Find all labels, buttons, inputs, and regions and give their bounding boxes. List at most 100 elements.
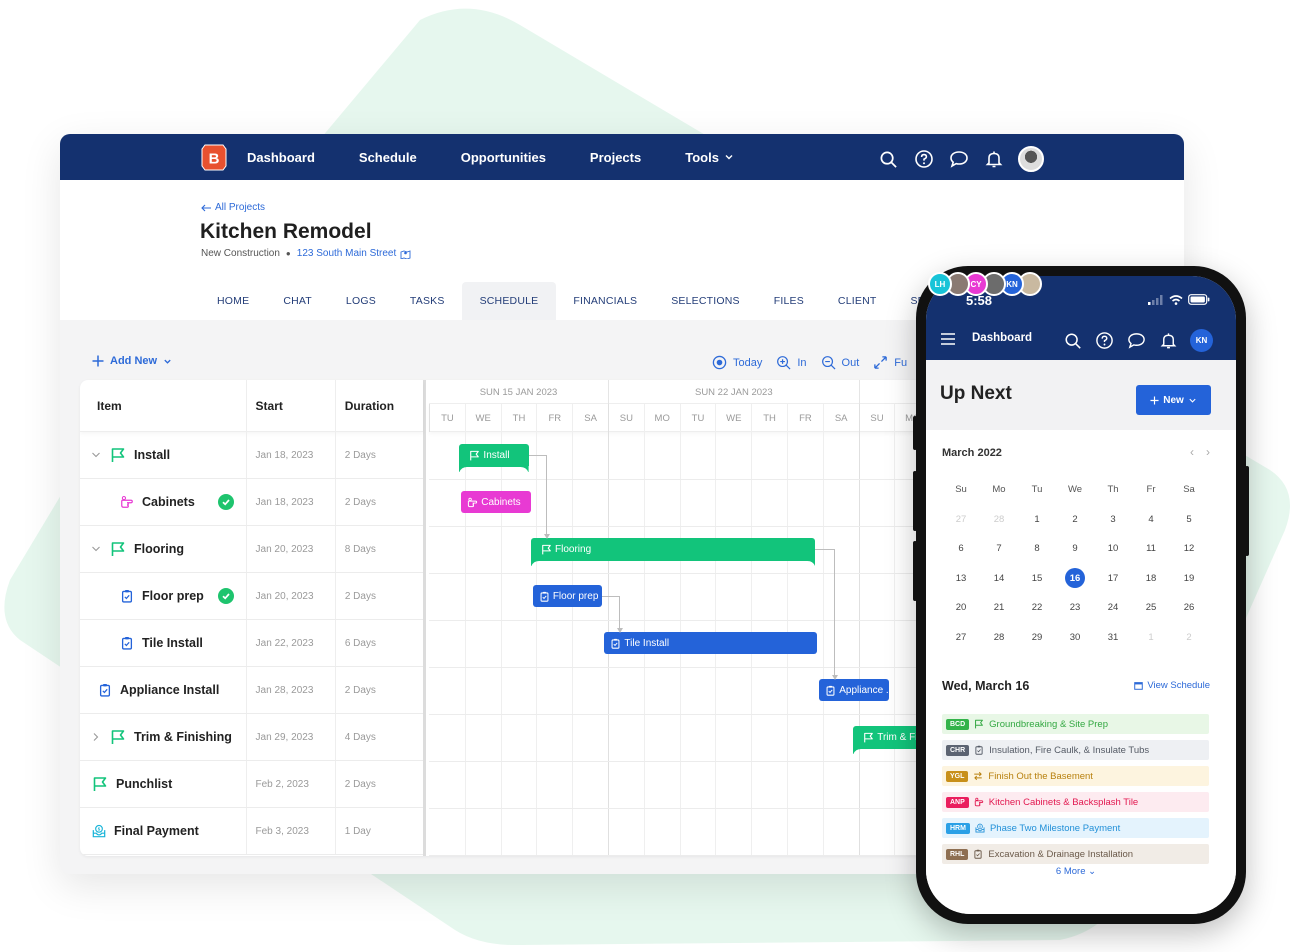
calendar-day[interactable]: 19 xyxy=(1170,564,1208,594)
calendar-day-selected[interactable]: 16 xyxy=(1056,564,1094,594)
calendar-day[interactable]: 12 xyxy=(1170,534,1208,564)
all-projects-link[interactable]: All Projects xyxy=(201,202,265,213)
calendar-day[interactable]: 27 xyxy=(942,505,980,535)
calendar-day[interactable]: 14 xyxy=(980,564,1018,594)
search-icon[interactable] xyxy=(1062,330,1083,351)
schedule-event-item[interactable]: HRM $ Phase Two Milestone Payment xyxy=(942,818,1209,838)
help-icon[interactable] xyxy=(913,149,934,170)
schedule-event-item[interactable]: ANP Kitchen Cabinets & Backsplash Tile xyxy=(942,792,1209,812)
calendar-day[interactable]: 27 xyxy=(942,623,980,653)
buildertrend-logo-icon[interactable]: B xyxy=(201,144,227,171)
table-row[interactable]: Floor prep Jan 20, 2023 2 Days xyxy=(80,573,423,620)
zoom-out-button[interactable]: Out xyxy=(821,355,859,370)
table-row[interactable]: Punchlist Feb 2, 2023 2 Days xyxy=(80,761,423,808)
calendar-day[interactable]: 18 xyxy=(1132,564,1170,594)
calendar-day[interactable]: 4 xyxy=(1132,505,1170,535)
user-avatar[interactable] xyxy=(1018,146,1044,172)
nav-schedule[interactable]: Schedule xyxy=(359,150,417,165)
column-header-item[interactable]: Item xyxy=(80,380,247,431)
calendar-day[interactable]: 25 xyxy=(1132,593,1170,623)
table-row[interactable]: Trim & Finishing Jan 29, 2023 4 Days xyxy=(80,714,423,761)
schedule-event-item[interactable]: BCD Groundbreaking & Site Prep xyxy=(942,714,1209,734)
tab-selections[interactable]: SELECTIONS xyxy=(654,282,757,320)
chevron-left-icon[interactable]: ‹ xyxy=(1190,445,1194,459)
table-row[interactable]: Flooring Jan 20, 2023 8 Days xyxy=(80,526,423,573)
table-row[interactable]: $ Final Payment Feb 3, 2023 1 Day xyxy=(80,808,423,855)
bell-icon[interactable] xyxy=(983,149,1004,170)
calendar-day[interactable]: 1 xyxy=(1018,505,1056,535)
nav-tools[interactable]: Tools xyxy=(685,150,734,165)
nav-projects[interactable]: Projects xyxy=(590,150,641,165)
add-new-button[interactable]: Add New xyxy=(92,355,172,367)
hamburger-menu-icon[interactable] xyxy=(940,332,956,346)
chevron-down-icon[interactable] xyxy=(90,543,102,555)
calendar-day[interactable]: 17 xyxy=(1094,564,1132,594)
zoom-in-button[interactable]: In xyxy=(776,355,807,370)
calendar-day[interactable]: 11 xyxy=(1132,534,1170,564)
calendar-day[interactable]: 15 xyxy=(1018,564,1056,594)
schedule-event-item[interactable]: CHR Insulation, Fire Caulk, & Insulate Tu… xyxy=(942,740,1209,760)
tab-tasks[interactable]: TASKS xyxy=(393,282,462,320)
calendar-day[interactable]: 7 xyxy=(980,534,1018,564)
tab-logs[interactable]: LOGS xyxy=(329,282,393,320)
chevron-right-icon[interactable] xyxy=(90,731,102,743)
gantt-bar[interactable]: Cabinets xyxy=(461,491,531,513)
column-header-duration[interactable]: Duration xyxy=(336,380,423,431)
tab-client[interactable]: CLIENT xyxy=(821,282,894,320)
nav-opportunities[interactable]: Opportunities xyxy=(461,150,546,165)
table-row[interactable]: Tile Install Jan 22, 2023 6 Days xyxy=(80,620,423,667)
table-row[interactable]: Cabinets Jan 18, 2023 2 Days xyxy=(80,479,423,526)
calendar-day[interactable]: 1 xyxy=(1132,623,1170,653)
calendar-day[interactable]: 8 xyxy=(1018,534,1056,564)
gantt-bar[interactable]: Install xyxy=(459,444,530,466)
calendar-day[interactable]: 31 xyxy=(1094,623,1132,653)
calendar-day[interactable]: 30 xyxy=(1056,623,1094,653)
schedule-event-item[interactable]: YGL Finish Out the Basement xyxy=(942,766,1209,786)
gantt-bar[interactable]: Floor prep xyxy=(532,585,603,607)
user-avatar[interactable]: KN xyxy=(1190,329,1213,352)
chevron-down-icon[interactable] xyxy=(90,449,102,461)
gantt-bar[interactable]: Flooring xyxy=(531,538,816,560)
calendar-day[interactable]: 2 xyxy=(1056,505,1094,535)
team-member-avatar[interactable]: LH xyxy=(928,272,952,296)
calendar-day[interactable]: 28 xyxy=(980,623,1018,653)
fullscreen-button[interactable]: Fu xyxy=(873,355,907,370)
schedule-event-item[interactable]: RHL Excavation & Drainage Installation xyxy=(942,844,1209,864)
table-row[interactable]: Appliance Install Jan 28, 2023 2 Days xyxy=(80,667,423,714)
chat-icon[interactable] xyxy=(948,149,969,170)
calendar-day[interactable]: 24 xyxy=(1094,593,1132,623)
bell-icon[interactable] xyxy=(1158,330,1179,351)
calendar-day[interactable]: 2 xyxy=(1170,623,1208,653)
column-header-start[interactable]: Start xyxy=(247,380,336,431)
view-schedule-link[interactable]: View Schedule xyxy=(1134,680,1210,691)
table-row[interactable]: Install Jan 18, 2023 2 Days xyxy=(80,432,423,479)
tab-financials[interactable]: FINANCIALS xyxy=(556,282,654,320)
tab-files[interactable]: FILES xyxy=(757,282,821,320)
calendar-day[interactable]: 22 xyxy=(1018,593,1056,623)
help-icon[interactable] xyxy=(1094,330,1115,351)
calendar-day[interactable]: 6 xyxy=(942,534,980,564)
calendar-day[interactable]: 26 xyxy=(1170,593,1208,623)
gantt-bar[interactable]: Tile Install xyxy=(604,632,818,654)
gantt-bar[interactable]: Appliance .. xyxy=(819,679,889,701)
nav-dashboard[interactable]: Dashboard xyxy=(247,150,315,165)
calendar-day[interactable]: 13 xyxy=(942,564,980,594)
calendar-day[interactable]: 28 xyxy=(980,505,1018,535)
tab-schedule[interactable]: SCHEDULE xyxy=(461,282,557,320)
calendar-day[interactable]: 3 xyxy=(1094,505,1132,535)
calendar-day[interactable]: 29 xyxy=(1018,623,1056,653)
calendar-day[interactable]: 5 xyxy=(1170,505,1208,535)
tab-chat[interactable]: CHAT xyxy=(266,282,329,320)
calendar-day[interactable]: 10 xyxy=(1094,534,1132,564)
search-icon[interactable] xyxy=(878,149,899,170)
calendar-day[interactable]: 20 xyxy=(942,593,980,623)
chat-icon[interactable] xyxy=(1126,330,1147,351)
tab-home[interactable]: HOME xyxy=(200,282,266,320)
show-more-button[interactable]: 6 More ⌄ xyxy=(926,866,1226,877)
project-address-link[interactable]: 123 South Main Street xyxy=(297,248,412,259)
calendar-day[interactable]: 23 xyxy=(1056,593,1094,623)
calendar-day[interactable]: 9 xyxy=(1056,534,1094,564)
today-button[interactable]: Today xyxy=(712,355,762,370)
chevron-right-icon[interactable]: › xyxy=(1206,445,1210,459)
new-button[interactable]: New xyxy=(1136,385,1211,415)
